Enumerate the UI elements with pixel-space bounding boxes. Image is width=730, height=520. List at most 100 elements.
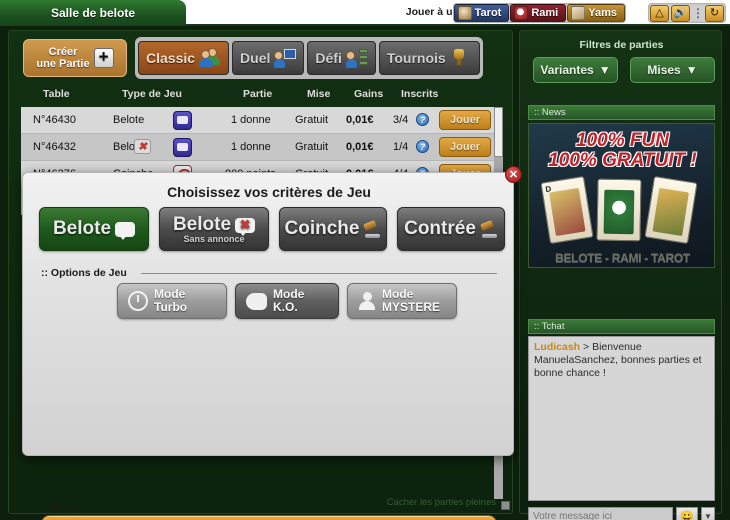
dice-cup-icon bbox=[571, 6, 586, 20]
banner-footer-text: BELOTE - RAMI - TAROT bbox=[555, 251, 690, 265]
chat-section-header: :: Tchat bbox=[528, 319, 715, 334]
row-gains: 0,01€ bbox=[346, 141, 374, 153]
section-divider bbox=[141, 273, 497, 274]
news-section-header: :: News bbox=[528, 105, 715, 120]
chat-input[interactable] bbox=[528, 507, 673, 520]
mystery-person-icon bbox=[358, 291, 376, 311]
chat-icon bbox=[173, 138, 192, 157]
tab-duel[interactable]: Duel bbox=[232, 41, 305, 75]
play-button[interactable]: Jouer bbox=[439, 137, 491, 157]
game-button-tarot[interactable]: Tarot bbox=[453, 4, 510, 22]
player-money-icon bbox=[345, 48, 368, 68]
variant-contree[interactable]: Contrée bbox=[397, 207, 505, 251]
chevron-down-icon: ▼ bbox=[598, 63, 611, 77]
stopwatch-icon bbox=[128, 291, 148, 311]
filters-title: Filtres de parties bbox=[579, 39, 664, 51]
close-icon[interactable]: ✕ bbox=[505, 166, 522, 183]
column-mise: Mise bbox=[307, 88, 331, 100]
tab-tournois-label: Tournois bbox=[386, 50, 446, 66]
game-button-yams[interactable]: Yams bbox=[567, 4, 625, 22]
mode-mystere-line1: Mode bbox=[382, 287, 414, 301]
lobby-mode-tabs: Classic Duel Défi Tournois bbox=[135, 37, 483, 79]
tab-classic[interactable]: Classic bbox=[138, 41, 230, 75]
mode-ko-line1: Mode bbox=[273, 287, 305, 301]
create-game-line1: Créer bbox=[48, 46, 78, 58]
column-type: Type de Jeu bbox=[122, 88, 182, 100]
row-table-id: N°46430 bbox=[33, 114, 76, 126]
mode-turbo-line2: Turbo bbox=[154, 300, 188, 314]
card-face bbox=[603, 189, 635, 235]
mode-turbo-button[interactable]: Mode Turbo bbox=[117, 283, 227, 319]
create-game-button[interactable]: Créer une Partie + bbox=[23, 39, 127, 77]
filter-mises-dropdown[interactable]: Mises ▼ bbox=[630, 57, 715, 83]
mises-label: :: Mises bbox=[41, 501, 81, 513]
table-row[interactable]: N°46432 Belote ✖ 1 donne Gratuit 0,01€ 1… bbox=[21, 134, 503, 161]
mises-slider[interactable]: 0€ bbox=[41, 515, 497, 520]
variant-selector: Belote Belote ✖ Sans annonce Coinche Con… bbox=[23, 207, 515, 253]
variant-coinche[interactable]: Coinche bbox=[279, 207, 387, 251]
mode-mystere-line2: MYSTERE bbox=[382, 300, 441, 314]
chevron-down-icon[interactable]: ▼ bbox=[701, 507, 715, 520]
tab-tournois[interactable]: Tournois bbox=[378, 41, 480, 75]
gavel-icon bbox=[480, 221, 498, 238]
hide-full-games-checkbox[interactable] bbox=[501, 501, 510, 510]
row-mise: Gratuit bbox=[295, 114, 329, 126]
variant-sans-top: Belote ✖ bbox=[172, 214, 256, 236]
gavel-icon bbox=[363, 221, 381, 238]
help-icon[interactable]: ? bbox=[416, 140, 429, 153]
graduation-cap-icon[interactable]: △ bbox=[650, 4, 669, 22]
play-button[interactable]: Jouer bbox=[439, 110, 491, 130]
top-bar: Salle de belote Jouer à un autre jeu : T… bbox=[0, 0, 730, 26]
mode-ko-button[interactable]: Mode K.O. bbox=[235, 283, 339, 319]
mode-turbo-label: Mode Turbo bbox=[154, 288, 187, 314]
game-button-yams-label: Yams bbox=[588, 7, 617, 19]
hide-full-games-label: Cacher les parties pleines bbox=[386, 497, 496, 508]
row-mise: Gratuit bbox=[295, 141, 329, 153]
playing-card: D bbox=[540, 175, 594, 245]
filter-variantes-dropdown[interactable]: Variantes ▼ bbox=[533, 57, 618, 83]
tool-button-group: △ 🔊 ⋮ ↻ bbox=[648, 3, 726, 23]
joker-card-icon bbox=[457, 6, 472, 20]
variant-sans-sublabel: Sans annonce bbox=[183, 234, 245, 244]
bubble-x-icon: ✖ bbox=[235, 217, 256, 236]
table-row[interactable]: N°46430 Belote 1 donne Gratuit 0,01€ 3/4… bbox=[21, 107, 503, 134]
column-table: Table bbox=[43, 88, 70, 100]
variant-sans-label: Belote bbox=[172, 214, 232, 235]
no-announce-icon: ✖ bbox=[134, 139, 151, 154]
banner-line-1: 100% FUN bbox=[576, 130, 669, 151]
help-icon[interactable]: ? bbox=[416, 113, 429, 126]
player-screen-icon bbox=[274, 48, 297, 68]
chat-icon bbox=[173, 111, 192, 130]
room-tab[interactable]: Salle de belote bbox=[0, 0, 186, 26]
mode-ko-label: Mode K.O. bbox=[273, 288, 304, 314]
variant-contree-label: Contrée bbox=[404, 218, 476, 239]
tab-defi[interactable]: Défi bbox=[307, 41, 376, 75]
row-partie: 1 donne bbox=[231, 114, 271, 126]
smiley-icon[interactable]: 😀 bbox=[676, 507, 698, 520]
filter-variantes-label: Variantes bbox=[540, 63, 594, 77]
chat-message-user: Ludicash bbox=[534, 341, 581, 353]
refresh-icon[interactable]: ↻ bbox=[705, 4, 724, 22]
news-banner[interactable]: 100% FUN 100% GRATUIT ! D BELOTE - RAMI … bbox=[528, 123, 715, 268]
lobby-table-header: Table Type de Jeu Partie Mise Gains Insc… bbox=[9, 83, 514, 107]
plus-icon: + bbox=[93, 48, 114, 68]
chat-input-row: 😀 ▼ bbox=[528, 507, 715, 520]
create-game-line2: une Partie bbox=[36, 58, 90, 70]
scrollbar-thumb[interactable] bbox=[494, 107, 503, 157]
tab-defi-label: Défi bbox=[315, 50, 342, 66]
variant-belote[interactable]: Belote bbox=[39, 207, 149, 251]
card-face bbox=[549, 187, 586, 237]
more-options-icon[interactable]: ⋮ bbox=[692, 6, 704, 20]
chat-messages: Ludicash > Bienvenue ManuelaSanchez, bon… bbox=[528, 336, 715, 501]
lobby-footer: Cacher les parties pleines bbox=[9, 497, 514, 513]
variant-coinche-label: Coinche bbox=[284, 218, 360, 239]
speaker-icon[interactable]: 🔊 bbox=[671, 4, 690, 22]
mode-mystere-button[interactable]: Mode MYSTERE bbox=[347, 283, 457, 319]
game-button-rami[interactable]: Rami bbox=[510, 4, 567, 22]
trophy-icon bbox=[450, 48, 472, 68]
filter-mises-label: Mises bbox=[647, 63, 681, 77]
card-face bbox=[652, 187, 689, 237]
playing-card bbox=[596, 178, 642, 242]
mode-mystere-label: Mode MYSTERE bbox=[382, 288, 440, 314]
variant-belote-sans-annonce[interactable]: Belote ✖ Sans annonce bbox=[159, 207, 269, 251]
